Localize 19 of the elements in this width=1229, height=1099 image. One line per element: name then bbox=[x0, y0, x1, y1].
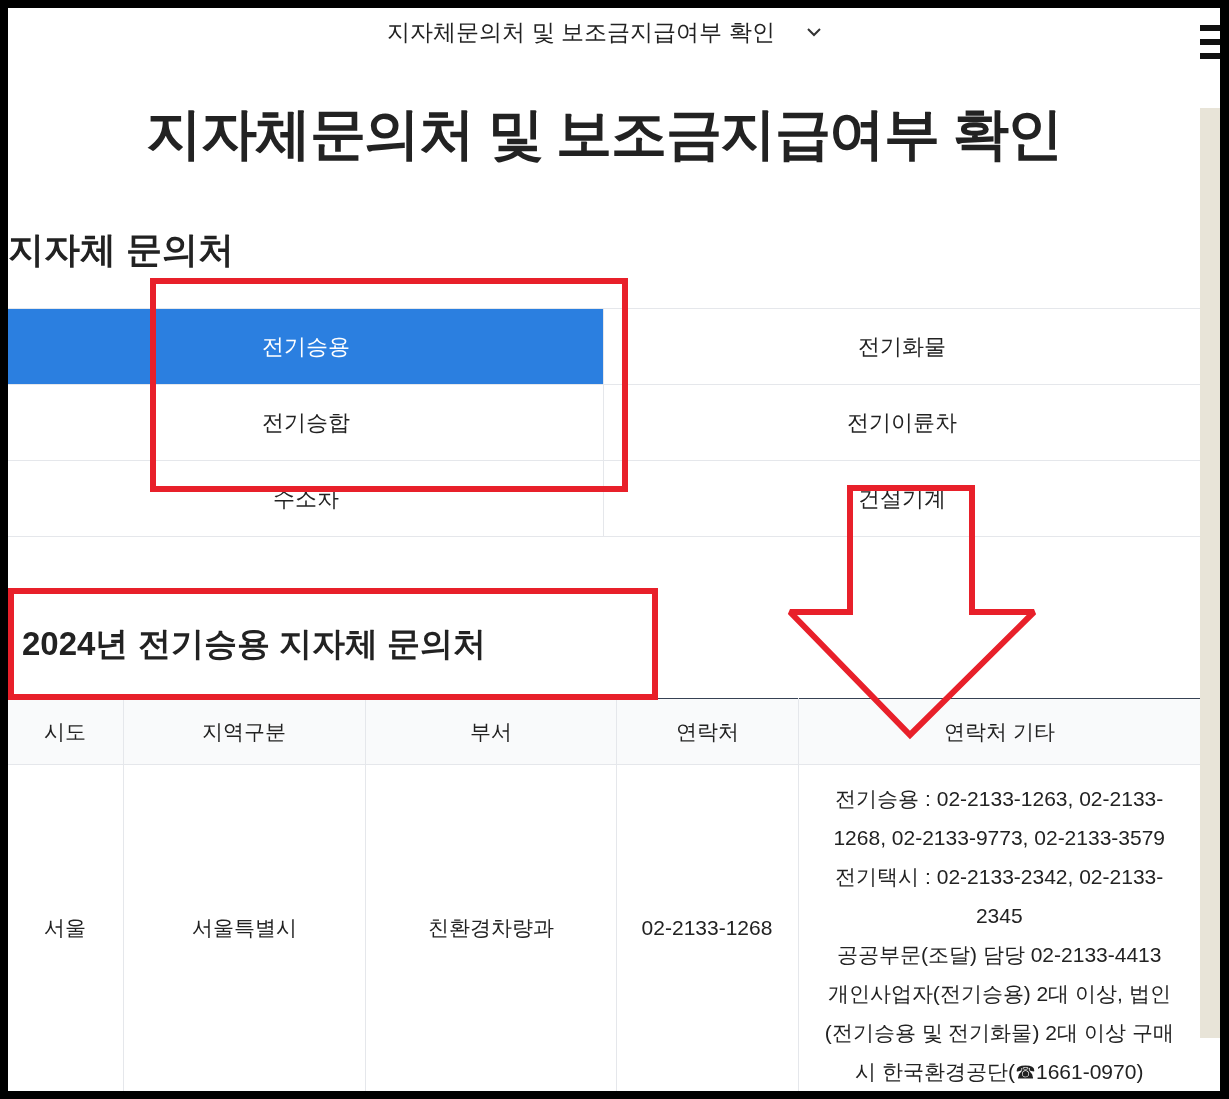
contact-note: 개인사업자(전기승용) 2대 이상, 법인(전기승용 및 전기화물) 2대 이상 구매 시 한국환경공단(☎1661-0970) bbox=[823, 981, 1175, 1085]
contact-note: 전기승용 : 02-2133-1263, 02-2133-1268, 02-2133-9773, 02-2133-3579 bbox=[832, 786, 1167, 851]
column-header: 시도 bbox=[8, 698, 123, 765]
section-title: 지자체 문의처 bbox=[8, 232, 235, 268]
menu-title: 지자체문의처 및 보조금지급여부 확인 bbox=[387, 17, 775, 47]
table-cell: 서울특별시 bbox=[123, 764, 365, 1091]
table-cell: 02-2133-1268 bbox=[616, 764, 798, 1091]
column-header: 부서 bbox=[365, 698, 616, 765]
table-cell: 서울 bbox=[8, 764, 123, 1091]
category-tab[interactable]: 전기승용 bbox=[8, 309, 604, 385]
column-header: 지역구분 bbox=[123, 698, 365, 765]
chevron-down-icon[interactable] bbox=[806, 27, 821, 37]
table-cell: 친환경차량과 bbox=[365, 764, 616, 1091]
column-header: 연락처 bbox=[616, 698, 798, 765]
contact-note: 공공부문(조달) 담당 02-2133-4413 bbox=[836, 942, 1163, 968]
contact-note: 전기택시 : 02-2133-2342, 02-2133-2345 bbox=[834, 864, 1165, 929]
table-title: 2024년 전기승용 지자체 문의처 bbox=[22, 627, 487, 660]
page-title: 지자체문의처 및 보조금지급여부 확인 bbox=[144, 106, 1064, 162]
category-tab[interactable]: 전기승합 bbox=[8, 385, 604, 461]
